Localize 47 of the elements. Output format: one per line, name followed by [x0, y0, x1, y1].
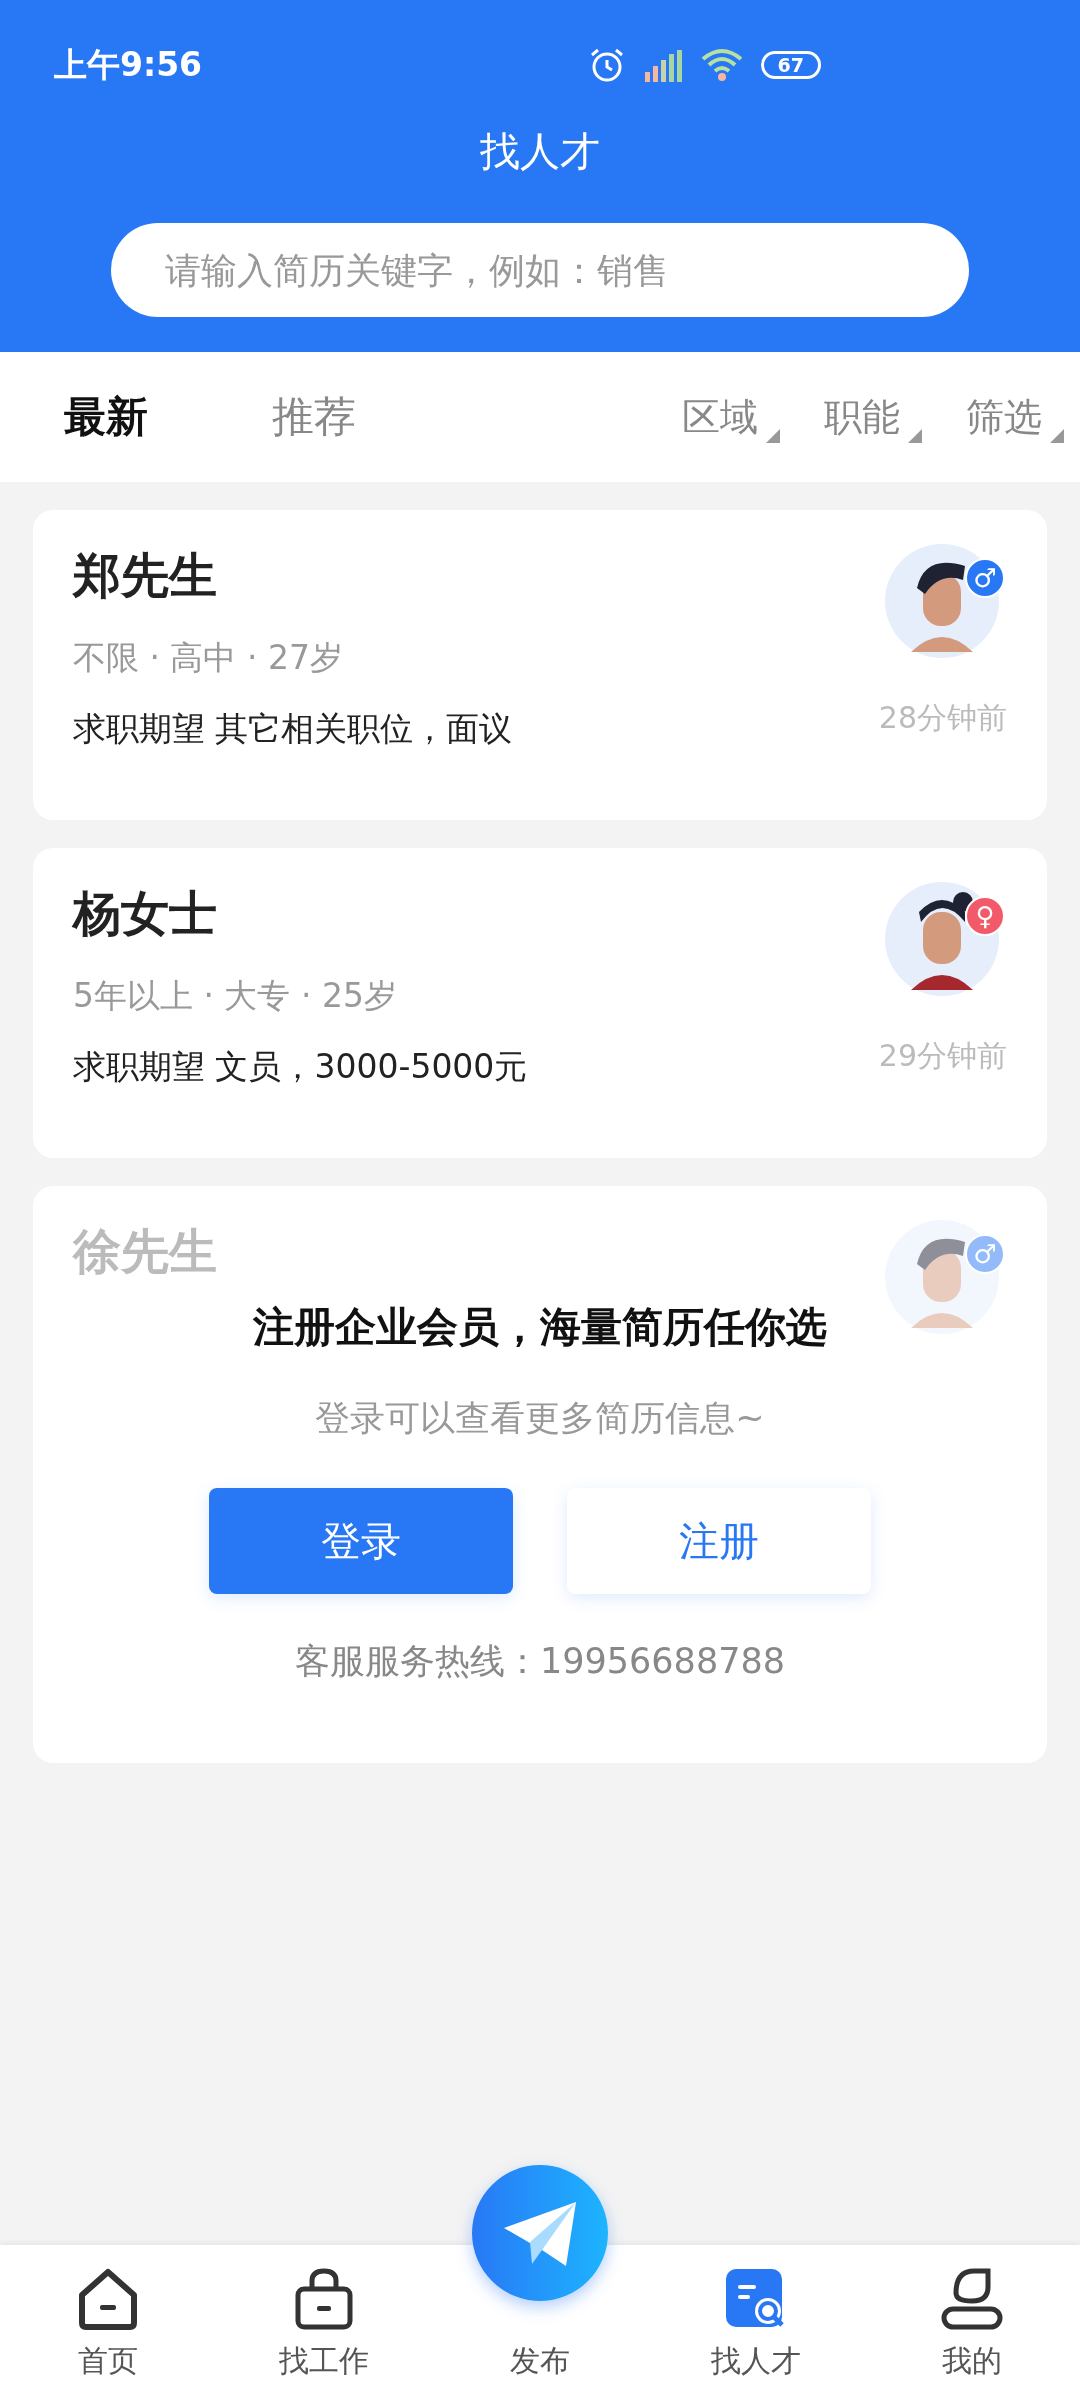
- prompt-title: 注册企业会员，海量简历任你选: [253, 1302, 827, 1353]
- candidate-meta: 5年以上 · 大专 · 25岁: [73, 975, 398, 1017]
- alarm-icon: [588, 47, 625, 83]
- nav-item[interactable]: 找人才: [648, 2245, 864, 2400]
- resume-card[interactable]: 杨女士 5年以上 · 大专 · 25岁 求职期望 文员，3000-5000元 ♀ 29分钟前: [33, 848, 1047, 1158]
- caret-icon: [908, 428, 922, 443]
- search-field[interactable]: 请输入简历关键字，例如：销售: [111, 223, 969, 317]
- battery-level: 67: [760, 51, 821, 79]
- page-title: 找人才: [479, 127, 601, 176]
- status-time: 上午9:56: [54, 43, 203, 86]
- wifi-icon: [700, 47, 743, 83]
- resume-card[interactable]: 郑先生 不限 · 高中 · 27岁 求职期望 其它相关职位，面议 ♂ 28分钟前: [33, 510, 1047, 820]
- hotline-text: 客服服务热线：19956688788: [295, 1640, 785, 1683]
- gender-badge: ♂: [965, 1234, 1005, 1274]
- job-expectation: 求职期望 文员，3000-5000元: [73, 1046, 529, 1088]
- gender-badge: ♂: [965, 558, 1005, 598]
- tab[interactable]: 推荐: [272, 389, 356, 445]
- publish-button[interactable]: [472, 2165, 608, 2301]
- caret-icon: [1050, 428, 1064, 443]
- candidate-meta: 不限 · 高中 · 27岁: [73, 637, 344, 679]
- login-button[interactable]: 登录: [209, 1488, 513, 1594]
- gender-badge: ♀: [965, 896, 1005, 936]
- nav-label: 找工作: [279, 2342, 369, 2380]
- filter-dropdown[interactable]: 区域: [682, 391, 780, 443]
- register-button[interactable]: 注册: [567, 1488, 871, 1594]
- nav-item[interactable]: 首页: [0, 2245, 216, 2400]
- nav-label: 首页: [78, 2342, 138, 2380]
- briefcase-icon: [294, 2267, 354, 2331]
- nav-item[interactable]: 找工作: [216, 2245, 432, 2400]
- caret-icon: [766, 428, 780, 443]
- candidate-name: 杨女士: [73, 884, 218, 943]
- post-time: 29分钟前: [878, 1037, 1007, 1075]
- candidate-name: 郑先生: [73, 546, 218, 605]
- nav-item[interactable]: 我的: [864, 2245, 1080, 2400]
- filter-dropdown[interactable]: 筛选: [966, 391, 1064, 443]
- profile-icon: [940, 2267, 1004, 2331]
- job-expectation: 求职期望 其它相关职位，面议: [73, 708, 514, 750]
- tab[interactable]: 最新: [64, 389, 148, 445]
- candidate-name: 徐先生: [73, 1222, 218, 1281]
- prompt-subtitle: 登录可以查看更多简历信息~: [315, 1397, 765, 1440]
- signal-icon: [642, 48, 683, 82]
- nav-label: 找人才: [711, 2342, 801, 2380]
- home-icon: [76, 2267, 140, 2331]
- filter-dropdown[interactable]: 职能: [824, 391, 922, 443]
- nav-label: 我的: [942, 2342, 1002, 2380]
- post-time: 28分钟前: [878, 699, 1007, 737]
- nav-label[interactable]: 发布: [510, 2341, 570, 2382]
